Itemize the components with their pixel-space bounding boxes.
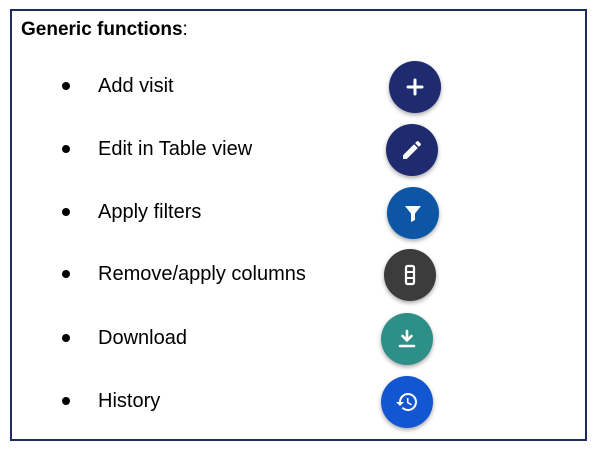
- bullet: [62, 145, 70, 153]
- list-item-apply-filters: Apply filters: [12, 187, 585, 239]
- download-button[interactable]: [381, 313, 433, 365]
- plus-icon: [406, 78, 424, 96]
- remove-apply-columns-button[interactable]: [384, 249, 436, 301]
- item-label: Add visit: [98, 75, 174, 97]
- list-item-history: History: [12, 376, 585, 428]
- generic-functions-panel: Generic functions: Add visit Edit in Tab…: [10, 9, 587, 441]
- bullet: [62, 334, 70, 342]
- columns-icon: [404, 264, 416, 286]
- bullet: [62, 208, 70, 216]
- list-item-remove-apply-columns: Remove/apply columns: [12, 249, 585, 301]
- list-item-edit-table-view: Edit in Table view: [12, 124, 585, 176]
- filter-icon: [405, 206, 421, 222]
- add-visit-button[interactable]: [389, 61, 441, 113]
- list-item-download: Download: [12, 313, 585, 365]
- pencil-icon: [403, 140, 422, 159]
- bullet: [62, 397, 70, 405]
- apply-filters-button[interactable]: [387, 187, 439, 239]
- history-icon: [396, 393, 417, 411]
- item-label: Edit in Table view: [98, 138, 253, 160]
- heading-colon: :: [182, 19, 188, 40]
- bullet: [62, 270, 70, 278]
- bullet: [62, 82, 70, 90]
- item-label: Apply filters: [98, 201, 202, 223]
- item-label: Download: [98, 327, 187, 349]
- heading-bold-text: Generic functions: [21, 19, 183, 40]
- download-icon: [398, 329, 416, 348]
- edit-table-view-button[interactable]: [386, 124, 438, 176]
- panel-heading: Generic functions:: [21, 19, 188, 41]
- list-item-add-visit: Add visit: [12, 61, 585, 113]
- item-label: Remove/apply columns: [98, 263, 306, 285]
- item-label: History: [98, 390, 161, 412]
- history-button[interactable]: [381, 376, 433, 428]
